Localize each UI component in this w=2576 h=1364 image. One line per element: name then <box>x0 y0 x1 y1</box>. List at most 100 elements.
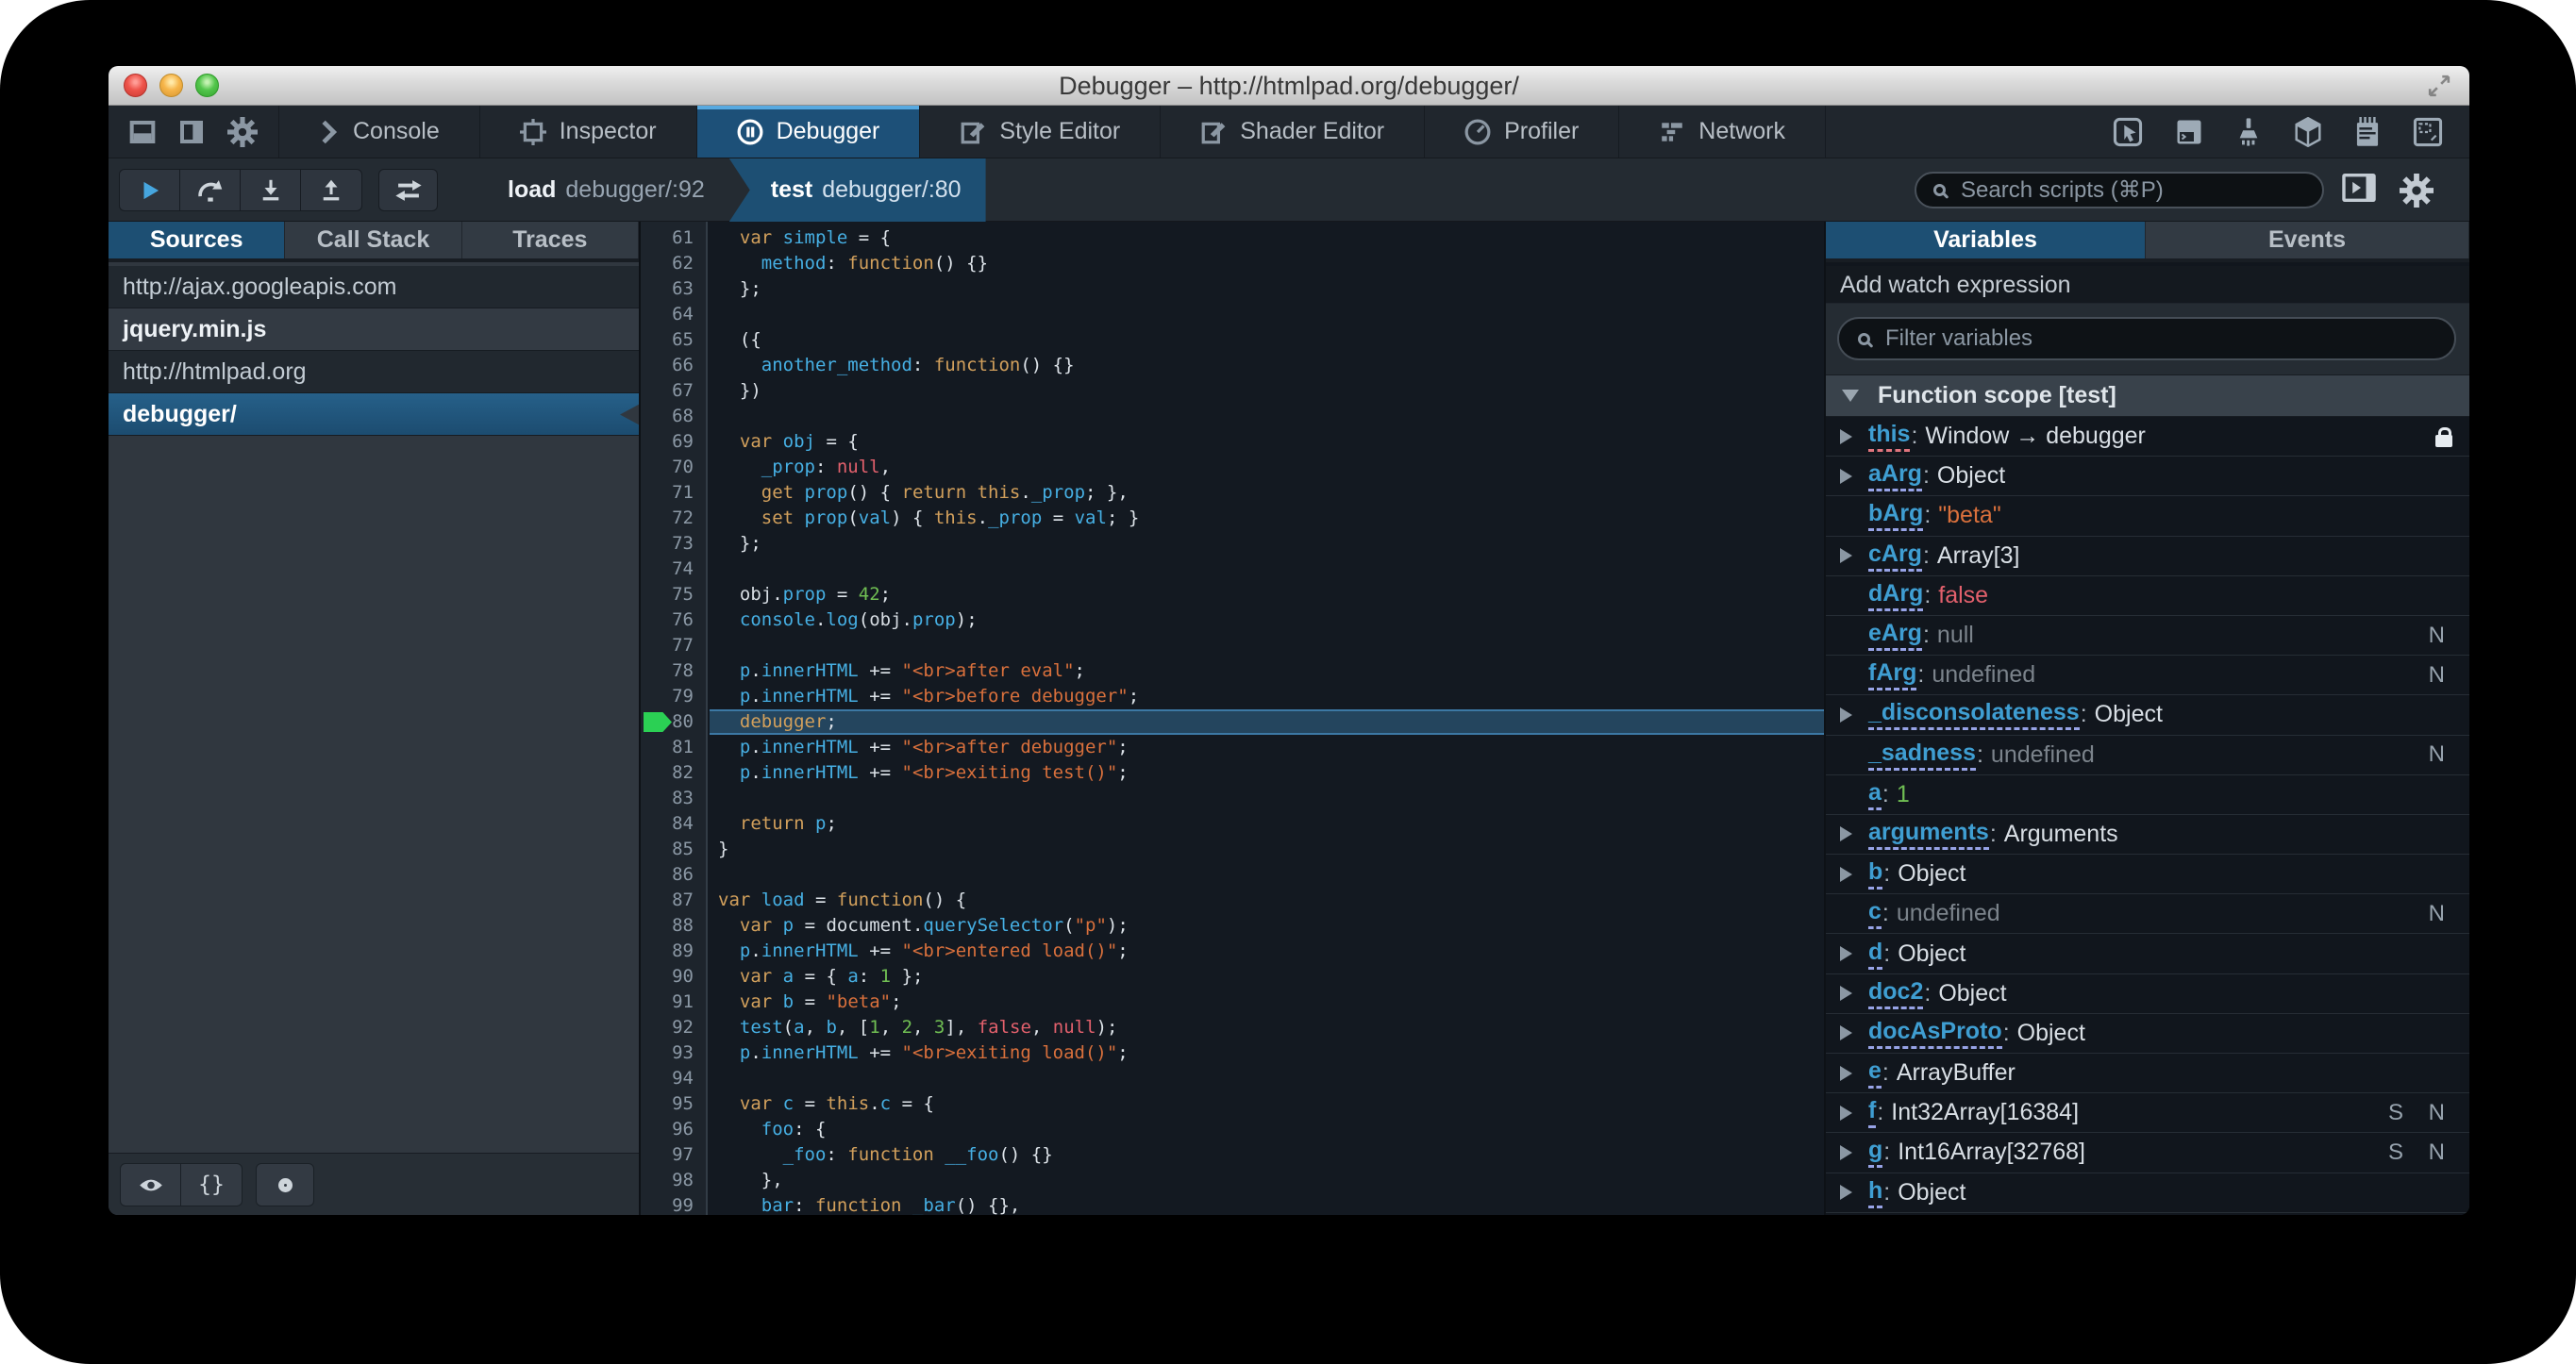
line-number[interactable]: 73 <box>641 531 706 557</box>
expand-arrow-icon[interactable] <box>1840 468 1852 484</box>
line-number[interactable]: 63 <box>641 276 706 302</box>
line-number[interactable]: 84 <box>641 811 706 837</box>
line-number[interactable]: 91 <box>641 990 706 1015</box>
expand-arrow-icon[interactable] <box>1840 866 1852 882</box>
variable-row[interactable]: eArg: null N <box>1826 616 2469 657</box>
line-number[interactable]: 82 <box>641 760 706 786</box>
line-number[interactable]: 61 <box>641 225 706 251</box>
expand-icon[interactable] <box>2428 75 2451 97</box>
sidebar-tab-call-stack[interactable]: Call Stack <box>285 222 462 258</box>
split-console-button[interactable] <box>2175 118 2203 146</box>
variable-row[interactable]: this: Window → debugger <box>1826 417 2469 457</box>
variable-row[interactable]: bArg: "beta" <box>1826 496 2469 537</box>
tab-console[interactable]: Console <box>279 106 480 158</box>
line-number[interactable]: 86 <box>641 862 706 888</box>
line-number[interactable]: 75 <box>641 582 706 607</box>
line-number[interactable]: 98 <box>641 1168 706 1193</box>
dock-side-button-icon[interactable] <box>180 120 203 143</box>
line-number[interactable]: 70 <box>641 455 706 480</box>
line-number[interactable]: 94 <box>641 1066 706 1091</box>
tab-inspector[interactable]: Inspector <box>480 106 697 158</box>
line-number[interactable]: 87 <box>641 888 706 913</box>
variable-row[interactable]: docAsProto: Object <box>1826 1014 2469 1054</box>
responsive-mode-button[interactable] <box>2413 117 2443 147</box>
blackbox-eye-button[interactable] <box>121 1164 181 1206</box>
breadcrumb-frame-test[interactable]: test debugger/:80 <box>728 158 986 222</box>
line-number[interactable]: 93 <box>641 1040 706 1066</box>
variable-row[interactable]: arguments: Arguments <box>1826 815 2469 856</box>
expand-arrow-icon[interactable] <box>1840 707 1852 723</box>
expand-arrow-icon[interactable] <box>1840 1025 1852 1041</box>
source-item[interactable]: http://htmlpad.org <box>109 351 639 393</box>
line-number[interactable]: 99 <box>641 1193 706 1215</box>
line-number[interactable]: 72 <box>641 506 706 531</box>
variable-row[interactable]: fArg: undefined N <box>1826 656 2469 696</box>
toggle-panel-button[interactable] <box>2342 174 2376 202</box>
line-number[interactable]: 69 <box>641 429 706 455</box>
line-number[interactable]: 78 <box>641 658 706 684</box>
variable-row[interactable]: aArg: Object <box>1826 457 2469 497</box>
expand-arrow-icon[interactable] <box>1840 946 1852 962</box>
tab-style-editor[interactable]: Style Editor <box>920 106 1162 158</box>
line-number[interactable]: 68 <box>641 404 706 429</box>
pause-on-exceptions-button[interactable] <box>256 1163 314 1206</box>
variable-row[interactable]: b: Object <box>1826 855 2469 895</box>
line-number[interactable]: 95 <box>641 1091 706 1117</box>
expand-arrow-icon[interactable] <box>1840 1105 1852 1121</box>
expand-arrow-icon[interactable] <box>1840 428 1852 444</box>
variable-row[interactable]: dArg: false <box>1826 576 2469 616</box>
scope-header[interactable]: Function scope [test] <box>1826 375 2469 417</box>
step-in-button[interactable] <box>241 170 301 210</box>
search-scripts-input[interactable] <box>1959 175 2305 205</box>
line-number[interactable]: 81 <box>641 735 706 760</box>
sidebar-tab-traces[interactable]: Traces <box>461 222 639 258</box>
line-number[interactable]: 65 <box>641 327 706 353</box>
line-number[interactable]: 96 <box>641 1117 706 1142</box>
expand-arrow-icon[interactable] <box>1840 826 1852 842</box>
debugger-options-gear-icon[interactable] <box>2400 174 2434 208</box>
variable-row[interactable]: f: Int32Array[16384] S N <box>1826 1093 2469 1134</box>
toggle-black-boxing-button[interactable] <box>378 169 438 211</box>
line-number[interactable]: 66 <box>641 353 706 378</box>
line-number[interactable]: 85 <box>641 837 706 862</box>
line-number[interactable]: 83 <box>641 786 706 811</box>
paintbrush-button[interactable] <box>2235 117 2262 147</box>
pretty-print-button[interactable]: {} <box>181 1164 242 1206</box>
line-number[interactable]: 77 <box>641 633 706 658</box>
line-number[interactable]: 62 <box>641 251 706 276</box>
source-item[interactable]: jquery.min.js <box>109 308 639 351</box>
variable-row[interactable]: g: Int16Array[32768] S N <box>1826 1133 2469 1173</box>
sidebar-tab-sources[interactable]: Sources <box>109 222 286 258</box>
toolbox-options-button-icon[interactable] <box>227 116 258 147</box>
variable-row[interactable]: h: Object <box>1826 1173 2469 1213</box>
tab-debugger[interactable]: Debugger <box>696 106 921 158</box>
line-number[interactable]: 79 <box>641 684 706 709</box>
pick-element-button[interactable] <box>2113 117 2143 147</box>
resume-button[interactable] <box>120 170 180 210</box>
add-watch-expression[interactable]: Add watch expression <box>1826 266 2469 304</box>
line-number[interactable]: 88 <box>641 913 706 939</box>
step-over-button[interactable] <box>180 170 241 210</box>
tab-network[interactable]: Network <box>1619 106 1826 158</box>
scratchpad-button[interactable] <box>2354 116 2381 147</box>
line-number[interactable]: 90 <box>641 964 706 990</box>
expand-arrow-icon[interactable] <box>1840 1185 1852 1201</box>
source-item[interactable]: debugger/ <box>109 393 639 436</box>
expand-arrow-icon[interactable] <box>1840 1065 1852 1081</box>
expand-arrow-icon[interactable] <box>1840 986 1852 1002</box>
tab-profiler[interactable]: Profiler <box>1425 106 1620 158</box>
filter-variables-input[interactable] <box>1883 324 2435 353</box>
source-item[interactable]: http://ajax.googleapis.com <box>109 266 639 308</box>
tab-events[interactable]: Events <box>2146 222 2469 258</box>
line-number[interactable]: 89 <box>641 939 706 964</box>
line-number[interactable]: 76 <box>641 607 706 633</box>
variable-row[interactable]: _disconsolateness: Object <box>1826 695 2469 736</box>
expand-arrow-icon[interactable] <box>1840 1144 1852 1160</box>
step-out-button[interactable] <box>301 170 361 210</box>
expand-arrow-icon[interactable] <box>1840 548 1852 564</box>
tab-shader-editor[interactable]: Shader Editor <box>1161 106 1426 158</box>
variable-row[interactable]: _sadness: undefined N <box>1826 736 2469 775</box>
variable-row[interactable]: a:1 <box>1826 775 2469 815</box>
tilt-3d-button[interactable] <box>2294 116 2322 147</box>
line-number[interactable]: 74 <box>641 557 706 582</box>
